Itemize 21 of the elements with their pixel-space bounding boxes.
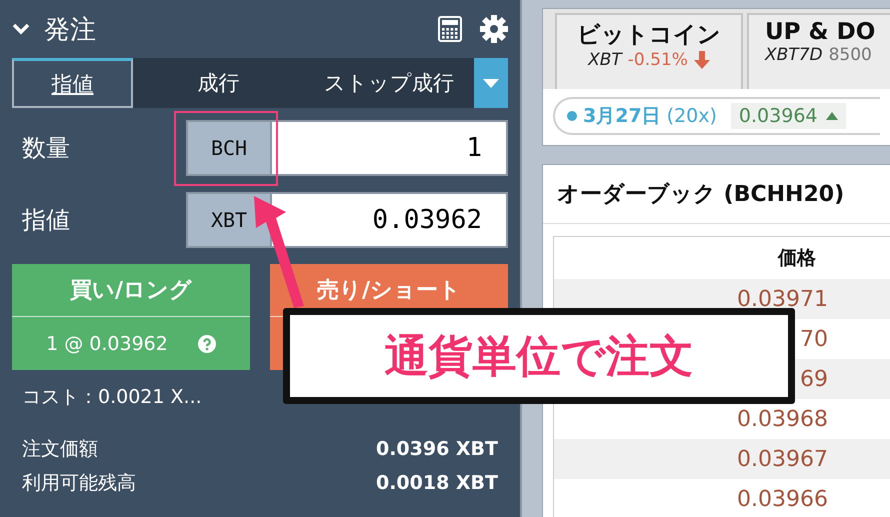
unit-label: BCH xyxy=(188,122,272,174)
summary-value: 0.0396 XBT xyxy=(376,438,498,460)
callout-tooltip: 通貨単位で注文 xyxy=(283,308,795,404)
contract-date: 3月27日 xyxy=(583,104,661,129)
summary-label: 利用可能残高 xyxy=(22,471,136,496)
panel-title: オーダーブック (BCHH20) xyxy=(543,165,890,224)
summary-label: 注文価額 xyxy=(22,437,98,462)
price-cell: 0.03967 xyxy=(737,446,828,472)
price-cell: 0.03966 xyxy=(737,486,828,512)
price-cell: 0.03968 xyxy=(737,406,828,432)
field-label: 数量 xyxy=(21,133,71,164)
panel-title: 発注 xyxy=(44,14,97,46)
price-text: 0.03964 xyxy=(738,105,818,127)
unit-label: XBT xyxy=(188,194,272,246)
summary-value: 0.0018 XBT xyxy=(376,472,498,494)
price-cell: 70 xyxy=(800,326,828,352)
column-header: 価格 xyxy=(776,246,817,271)
leverage-text: (20x) xyxy=(666,105,717,127)
price-cell: 69 xyxy=(800,366,828,392)
cost-text: コスト：0.0021 X... xyxy=(22,385,203,410)
field-label: 指値 xyxy=(21,205,71,236)
